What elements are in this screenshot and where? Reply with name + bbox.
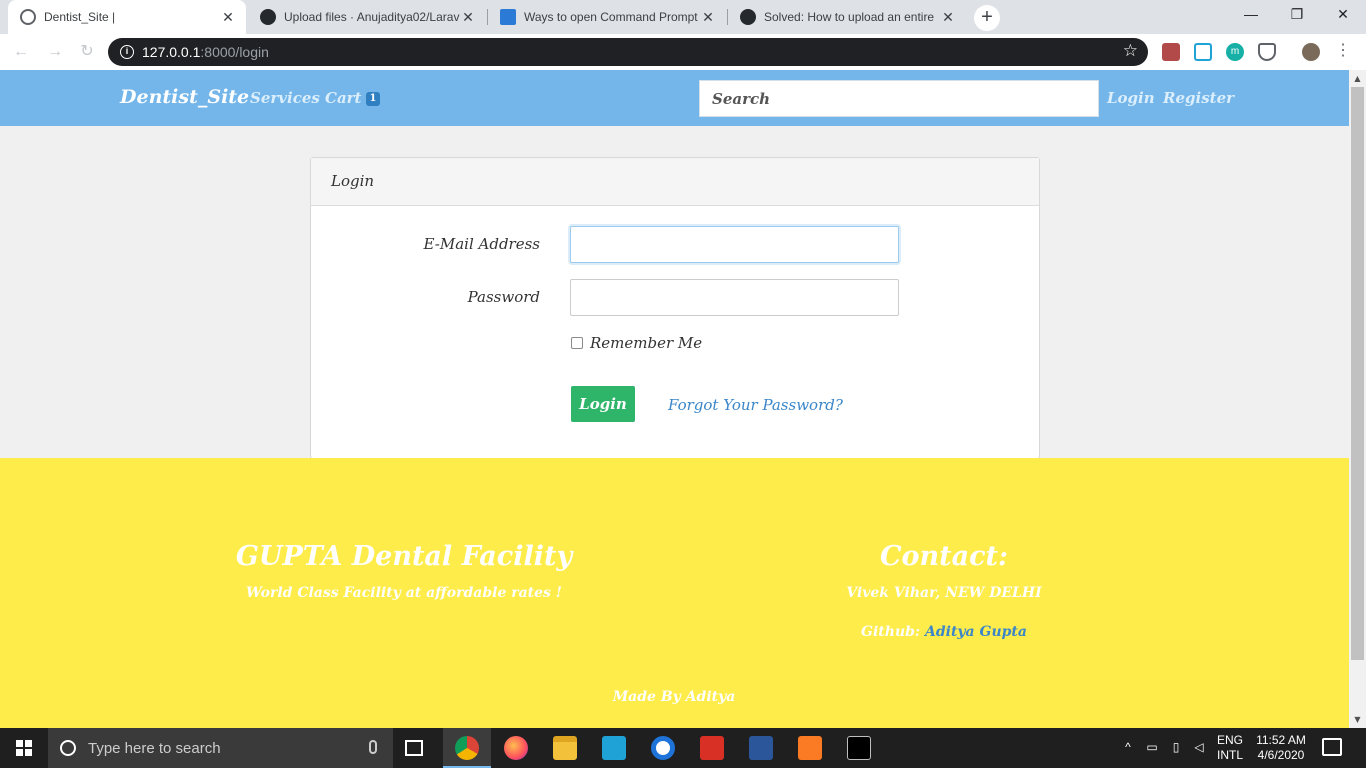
pdf-extension-icon[interactable] — [1162, 43, 1180, 61]
profile-avatar-icon[interactable] — [1302, 43, 1320, 61]
command-prompt-icon[interactable] — [847, 736, 871, 760]
volume-icon[interactable]: ◁ — [1190, 740, 1208, 755]
firefox-icon[interactable] — [504, 736, 528, 760]
login-card: Login E-Mail Address Password Remember M… — [310, 157, 1040, 459]
clock[interactable]: 11:52 AM 4/6/2020 — [1250, 733, 1312, 763]
globe-icon — [20, 9, 36, 25]
clock-time: 11:52 AM — [1256, 733, 1306, 747]
site-info-icon[interactable]: i — [120, 45, 134, 59]
battery-icon[interactable]: ▯ — [1167, 740, 1185, 755]
close-tab-icon[interactable]: ✕ — [220, 9, 236, 26]
email-label: E-Mail Address — [423, 235, 540, 253]
github-line: Github: Aditya Gupta — [724, 624, 1164, 640]
remember-me-label[interactable]: Remember Me — [590, 334, 702, 352]
acrobat-icon[interactable] — [700, 736, 724, 760]
screen-share-app-icon[interactable] — [602, 736, 626, 760]
start-button[interactable] — [0, 728, 48, 768]
shield-extension-icon[interactable] — [1258, 43, 1276, 61]
minimize-button[interactable]: — — [1228, 0, 1274, 30]
windows-taskbar: Type here to search ^ ▭ ▯ ◁ ENG INTL 11:… — [0, 728, 1366, 768]
browser-toolbar: ← → ↻ i 127.0.0.1:8000/login ☆ m ⋮ — [0, 34, 1366, 70]
taskbar-search-box[interactable]: Type here to search — [48, 728, 393, 768]
tray-chevron-icon[interactable]: ^ — [1120, 740, 1136, 755]
forgot-password-link[interactable]: Forgot Your Password? — [668, 396, 843, 414]
remember-me-checkbox[interactable] — [571, 337, 583, 349]
network-icon[interactable]: ▭ — [1143, 740, 1161, 755]
close-tab-icon[interactable]: ✕ — [460, 9, 476, 26]
github-icon — [260, 9, 276, 25]
login-button[interactable]: Login — [571, 386, 635, 422]
facility-title: GUPTA Dental Facility — [235, 541, 573, 572]
tab-solved-upload[interactable]: Solved: How to upload an entire ✕ — [728, 0, 966, 34]
url-host: 127.0.0.1 — [142, 44, 201, 60]
restore-button[interactable]: ❐ — [1274, 0, 1320, 30]
tab-command-prompt[interactable]: Ways to open Command Prompt ✕ — [488, 0, 726, 34]
tab-upload-files[interactable]: Upload files · Anujaditya02/Larav ✕ — [248, 0, 486, 34]
file-explorer-icon[interactable] — [553, 736, 577, 760]
chrome-icon[interactable] — [455, 736, 479, 760]
password-label: Password — [467, 288, 540, 306]
close-window-button[interactable]: ✕ — [1320, 0, 1366, 30]
contact-title: Contact: — [880, 541, 1008, 572]
microphone-icon[interactable] — [369, 740, 377, 754]
bookmark-star-icon[interactable]: ☆ — [1123, 41, 1138, 61]
brand-link[interactable]: Dentist_Site — [120, 86, 249, 108]
address-bar[interactable]: i 127.0.0.1:8000/login ☆ — [108, 38, 1148, 66]
reload-button[interactable]: ↻ — [76, 41, 98, 63]
github-icon — [740, 9, 756, 25]
menu-icon[interactable]: ⋮ — [1334, 43, 1352, 61]
github-link[interactable]: Aditya Gupta — [925, 624, 1027, 640]
facility-tagline: World Class Facility at affordable rates… — [246, 585, 562, 601]
task-view-icon[interactable] — [405, 740, 423, 756]
edge-icon[interactable] — [651, 736, 675, 760]
cortana-icon — [60, 740, 76, 756]
close-tab-icon[interactable]: ✕ — [940, 9, 956, 26]
search-input[interactable] — [699, 80, 1099, 117]
m-extension-icon[interactable]: m — [1226, 43, 1244, 61]
back-button[interactable]: ← — [10, 41, 32, 63]
email-field[interactable] — [570, 226, 899, 263]
tab-title: Ways to open Command Prompt — [524, 10, 698, 24]
scrollbar-thumb[interactable] — [1351, 87, 1364, 660]
web-page: Dentist_Site Services Cart1 Login Regist… — [0, 70, 1349, 728]
tab-title: Solved: How to upload an entire — [764, 10, 935, 24]
tab-title: Upload files · Anujaditya02/Larav — [284, 10, 460, 24]
nav-login-link[interactable]: Login — [1107, 89, 1155, 107]
password-field[interactable] — [570, 279, 899, 316]
site-navbar: Dentist_Site Services Cart1 Login Regist… — [0, 70, 1349, 126]
scroll-up-arrow-icon[interactable]: ▲ — [1349, 70, 1366, 87]
tab-dentist-site[interactable]: Dentist_Site | ✕ — [8, 0, 246, 34]
word-icon[interactable] — [749, 736, 773, 760]
taskbar-search-placeholder: Type here to search — [88, 739, 221, 757]
clock-date: 4/6/2020 — [1257, 748, 1305, 762]
keyboard-layout: INTL — [1216, 748, 1243, 762]
cart-label: Cart — [325, 89, 362, 107]
page-scrollbar[interactable]: ▲ ▼ — [1349, 70, 1366, 728]
tab-title: Dentist_Site | — [44, 10, 116, 24]
close-tab-icon[interactable]: ✕ — [700, 9, 716, 26]
cart-count-badge: 1 — [365, 92, 381, 106]
made-by-text: Made By Aditya — [612, 689, 736, 705]
nav-register-link[interactable]: Register — [1163, 89, 1234, 107]
contact-address: Vivek Vihar, NEW DELHI — [846, 585, 1042, 601]
browser-tab-strip: Dentist_Site | ✕ Upload files · Anujadit… — [0, 0, 1366, 34]
language-indicator[interactable]: ENG INTL — [1212, 733, 1248, 763]
forward-button[interactable]: → — [44, 41, 66, 63]
nav-services-link[interactable]: Services — [250, 89, 320, 107]
nav-cart-link[interactable]: Cart 1 — [325, 89, 381, 107]
github-label: Github: — [861, 624, 921, 640]
url-path: :8000/login — [200, 44, 269, 60]
xampp-icon[interactable] — [798, 736, 822, 760]
site-footer: GUPTA Dental Facility World Class Facili… — [0, 458, 1349, 728]
new-tab-button[interactable]: + — [974, 5, 1000, 31]
windows-icon — [500, 9, 516, 25]
language-code: ENG — [1216, 733, 1243, 747]
windows-logo-icon — [16, 740, 32, 756]
login-card-header: Login — [311, 158, 1039, 206]
scroll-down-arrow-icon[interactable]: ▼ — [1349, 711, 1366, 728]
notifications-icon[interactable] — [1322, 738, 1342, 756]
screen-extension-icon[interactable] — [1194, 43, 1212, 61]
